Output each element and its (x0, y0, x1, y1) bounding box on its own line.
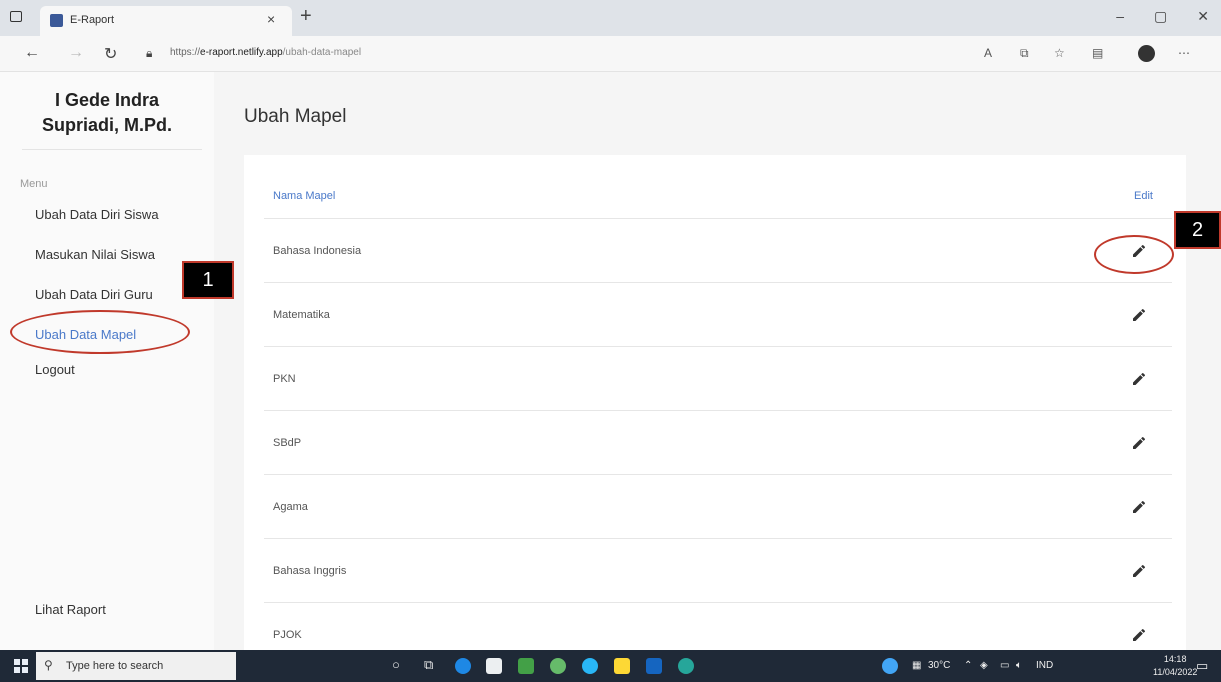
edit-pencil-icon[interactable] (1131, 563, 1147, 579)
read-aloud-icon[interactable]: A (984, 46, 992, 60)
table-row-subject-name: Matematika (273, 309, 330, 321)
temperature: 30°C (928, 660, 951, 671)
clock[interactable]: 14:18 11/04/2022 (1153, 653, 1197, 679)
profile-avatar[interactable] (1138, 45, 1155, 62)
table-row-subject-name: Bahasa Inggris (273, 565, 347, 577)
row-divider (264, 538, 1172, 539)
app-icon-1[interactable] (455, 658, 471, 674)
collections-icon[interactable]: ▤ (1092, 46, 1103, 60)
row-divider (264, 410, 1172, 411)
file-explorer-icon[interactable] (614, 658, 630, 674)
divider (22, 149, 202, 150)
annotation-ellipse-1 (10, 310, 190, 354)
forward-arrow-icon[interactable]: → (68, 44, 84, 62)
edit-pencil-icon[interactable] (1131, 499, 1147, 515)
taskbar: ⚲ Type here to search ○ ⧉ ▦ 30°C ⌃ ◈ ▭ 🔈… (0, 650, 1221, 682)
lihat-raport-link[interactable]: Lihat Raport (35, 602, 106, 617)
url-path: /ubah-data-mapel (282, 47, 362, 58)
row-divider (264, 602, 1172, 603)
tray-chevron-icon[interactable]: ⌃ (964, 660, 972, 671)
site-favicon-icon (50, 14, 63, 27)
annotation-label-1: 1 (182, 261, 234, 299)
favorite-star-icon[interactable]: ☆ (1054, 46, 1065, 60)
column-header-edit: Edit (1134, 190, 1153, 202)
annotation-label-2: 2 (1174, 211, 1221, 249)
tab-view-icon[interactable]: ⧉ (1020, 46, 1029, 61)
language-indicator[interactable]: IND (1036, 660, 1053, 671)
notification-icon[interactable]: ▭ (1196, 658, 1208, 674)
column-header-name: Nama Mapel (273, 190, 336, 202)
edit-pencil-icon[interactable] (1131, 371, 1147, 387)
table-row-subject-name: Bahasa Indonesia (273, 245, 362, 257)
telegram-icon[interactable] (582, 658, 598, 674)
more-menu-icon[interactable]: ⋯ (1178, 46, 1190, 60)
user-name: I Gede Indra Supriadi, M.Pd. (0, 88, 214, 138)
task-view-icon[interactable]: ⧉ (424, 657, 433, 673)
sidebar-item-logout[interactable]: Logout (35, 362, 75, 377)
sidebar: I Gede Indra Supriadi, M.Pd. Menu Ubah D… (0, 72, 214, 650)
annotation-ellipse-2 (1094, 235, 1174, 274)
table-row-subject-name: PKN (273, 373, 296, 385)
cortana-icon[interactable]: ○ (392, 657, 400, 672)
tab-actions-icon[interactable] (10, 11, 22, 22)
weather-icon[interactable]: ▦ (912, 660, 921, 671)
search-placeholder: Type here to search (66, 660, 164, 672)
app-icon-3[interactable] (518, 658, 534, 674)
row-divider (264, 218, 1172, 219)
menu-label: Menu (20, 178, 48, 190)
volume-icon[interactable]: 🔈︎ (1016, 660, 1022, 671)
lock-icon[interactable]: 🔒︎ (146, 46, 152, 61)
address-bar: ← → ↻ 🔒︎ https://e-raport.netlify.app/ub… (0, 36, 1221, 72)
browser-tab[interactable]: E-Raport × (40, 6, 292, 36)
minimize-button[interactable]: – (1116, 8, 1124, 25)
word-icon[interactable] (646, 658, 662, 674)
page: I Gede Indra Supriadi, M.Pd. Menu Ubah D… (0, 72, 1221, 655)
user-name-line1: I Gede Indra (54, 90, 160, 110)
battery-icon[interactable]: ▭ (1000, 660, 1009, 671)
network-icon[interactable]: ◈ (980, 660, 988, 671)
window-controls: – ▢ ✕ (1116, 8, 1209, 25)
url-host: e-raport.netlify.app (200, 47, 283, 58)
windows-start-icon[interactable] (14, 659, 28, 673)
maximize-button[interactable]: ▢ (1154, 8, 1167, 25)
row-divider (264, 474, 1172, 475)
row-divider (264, 346, 1172, 347)
tray-app-icon[interactable] (882, 658, 898, 674)
close-tab-icon[interactable]: × (267, 11, 275, 27)
search-icon: ⚲ (44, 658, 53, 672)
back-arrow-icon[interactable]: ← (24, 44, 40, 62)
table-row-subject-name: SBdP (273, 437, 302, 449)
table-row-subject-name: PJOK (273, 629, 302, 641)
sidebar-item-masukan-nilai-siswa[interactable]: Masukan Nilai Siswa (35, 247, 155, 262)
row-divider (264, 282, 1172, 283)
close-window-button[interactable]: ✕ (1197, 8, 1209, 25)
page-title: Ubah Mapel (244, 106, 347, 127)
clock-date: 11/04/2022 (1153, 667, 1198, 677)
url-scheme: https:// (170, 47, 201, 58)
refresh-icon[interactable]: ↻ (104, 44, 117, 64)
new-tab-button[interactable]: + (300, 6, 312, 26)
taskbar-search[interactable]: ⚲ Type here to search (36, 652, 236, 680)
sidebar-item-ubah-data-diri-siswa[interactable]: Ubah Data Diri Siswa (35, 207, 159, 222)
user-name-line2: Supriadi, M.Pd. (41, 115, 172, 135)
edge-icon[interactable] (678, 658, 694, 674)
edit-pencil-icon[interactable] (1131, 435, 1147, 451)
app-icon-2[interactable] (486, 658, 502, 674)
table-row-subject-name: Agama (273, 501, 308, 513)
subjects-table-card: Nama Mapel Edit Bahasa Indonesia Matemati… (244, 155, 1186, 655)
app-icon-4[interactable] (550, 658, 566, 674)
tab-title: E-Raport (70, 14, 115, 26)
clock-time: 14:18 (1163, 654, 1187, 664)
browser-tab-bar: E-Raport × + – ▢ ✕ (0, 0, 1221, 36)
url-field[interactable]: https://e-raport.netlify.app/ubah-data-m… (170, 47, 361, 58)
edit-pencil-icon[interactable] (1131, 627, 1147, 643)
edit-pencil-icon[interactable] (1131, 307, 1147, 323)
sidebar-item-ubah-data-diri-guru[interactable]: Ubah Data Diri Guru (35, 287, 153, 302)
